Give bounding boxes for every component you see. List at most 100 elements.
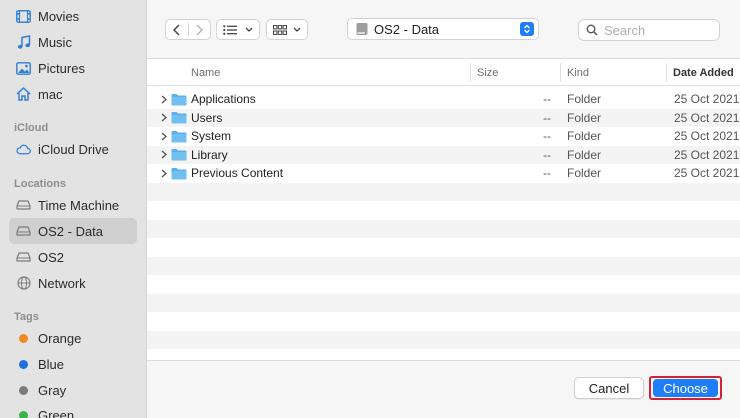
empty-row [147, 238, 740, 257]
section-header-tags: Tags [14, 311, 39, 323]
column-size[interactable]: Size [477, 59, 498, 86]
sidebar-item-icloud-drive[interactable]: iCloud Drive [9, 136, 137, 162]
table-row[interactable]: System -- Folder 25 Oct 2021 [147, 127, 740, 146]
file-date-added: 25 Oct 2021 [674, 110, 740, 125]
column-divider[interactable] [560, 63, 561, 82]
column-date-added[interactable]: Date Added [673, 59, 734, 86]
file-kind: Folder [567, 147, 602, 162]
disclosure-chevron-icon[interactable] [161, 90, 169, 109]
disclosure-chevron-icon[interactable] [161, 164, 169, 183]
file-name: Applications [191, 92, 256, 107]
section-header-locations: Locations [14, 178, 66, 190]
drive-icon [356, 23, 368, 35]
sidebar-item-pictures[interactable]: Pictures [9, 55, 137, 81]
file-kind: Folder [567, 110, 602, 125]
cancel-button[interactable]: Cancel [574, 377, 644, 399]
sidebar-item-label: Music [38, 34, 72, 50]
sidebar-item-label: Time Machine [38, 197, 120, 213]
drive-icon [16, 198, 31, 213]
folder-icon [171, 127, 187, 146]
list-view-icon [223, 24, 237, 35]
file-date-added: 25 Oct 2021 [674, 92, 740, 107]
list-view-button[interactable] [216, 19, 260, 40]
table-row[interactable]: Users -- Folder 25 Oct 2021 [147, 108, 740, 128]
file-size: -- [543, 110, 551, 125]
file-date-added: 25 Oct 2021 [674, 129, 740, 144]
disclosure-chevron-icon[interactable] [161, 127, 169, 146]
sidebar-item-movies[interactable]: Movies [9, 3, 137, 29]
sidebar-item-time-machine[interactable]: Time Machine [9, 192, 137, 218]
file-size: -- [543, 166, 551, 181]
file-kind: Folder [567, 92, 602, 107]
tag-dot-icon [16, 331, 31, 346]
empty-row [147, 330, 740, 349]
file-size: -- [543, 147, 551, 162]
chevron-left-icon [173, 23, 180, 36]
sidebar-item-music[interactable]: Music [9, 29, 137, 55]
empty-row [147, 219, 740, 238]
column-kind[interactable]: Kind [567, 59, 589, 86]
sidebar-item-label: Movies [38, 8, 80, 24]
column-name[interactable]: Name [191, 59, 220, 86]
photo-icon [16, 61, 31, 76]
sidebar-item-tag-gray[interactable]: Gray [9, 377, 137, 403]
disclosure-chevron-icon[interactable] [161, 109, 169, 128]
sidebar-item-tag-blue[interactable]: Blue [9, 351, 137, 377]
chevron-right-icon [196, 23, 203, 36]
sidebar-item-os2[interactable]: OS2 [9, 244, 137, 270]
sidebar: Movies Music Pictures mac iCloud iCloud … [0, 0, 147, 418]
sidebar-item-home[interactable]: mac [9, 81, 137, 107]
file-name: Previous Content [191, 166, 284, 181]
location-label: OS2 - Data [374, 21, 440, 37]
file-size: -- [543, 92, 551, 107]
grid-view-button[interactable] [266, 19, 308, 40]
sidebar-item-label: Pictures [38, 60, 85, 76]
search-field[interactable] [578, 19, 720, 41]
sidebar-item-network[interactable]: Network [9, 270, 137, 296]
section-header-icloud: iCloud [14, 122, 49, 134]
sidebar-item-label: Network [38, 275, 86, 291]
tag-dot-icon [16, 408, 31, 418]
forward-button[interactable] [189, 20, 211, 39]
file-name: Users [191, 110, 223, 125]
table-row[interactable]: Applications -- Folder 25 Oct 2021 [147, 90, 740, 109]
sidebar-item-tag-green[interactable]: Green [9, 402, 137, 418]
table-row[interactable]: Previous Content -- Folder 25 Oct 2021 [147, 164, 740, 183]
sidebar-item-os2-data[interactable]: OS2 - Data [9, 218, 137, 244]
file-size: -- [543, 129, 551, 144]
sidebar-item-label: OS2 - Data [38, 223, 104, 239]
search-icon [586, 24, 598, 36]
column-divider[interactable] [470, 63, 471, 82]
file-name: Library [191, 147, 228, 162]
empty-row [147, 201, 740, 220]
file-date-added: 25 Oct 2021 [674, 166, 740, 181]
file-browser: OS2 - Data Name Size Kind Date Added App… [147, 0, 740, 418]
empty-row [147, 182, 740, 201]
updown-stepper-icon [520, 22, 534, 36]
folder-icon [171, 90, 187, 109]
tag-dot-icon [16, 357, 31, 372]
back-button[interactable] [166, 20, 188, 39]
disclosure-chevron-icon[interactable] [161, 146, 169, 165]
film-icon [16, 9, 31, 24]
folder-icon [171, 164, 187, 183]
dialog-footer: Cancel Choose [147, 360, 740, 418]
tag-dot-icon [16, 383, 31, 398]
column-header: Name Size Kind Date Added [147, 59, 740, 86]
sidebar-item-label: mac [38, 86, 63, 102]
sidebar-item-label: OS2 [38, 249, 65, 265]
choose-button[interactable]: Choose [653, 379, 718, 397]
table-row[interactable]: Library -- Folder 25 Oct 2021 [147, 145, 740, 165]
cloud-icon [16, 142, 31, 157]
sidebar-item-tag-orange[interactable]: Orange [9, 325, 137, 351]
empty-row [147, 256, 740, 275]
chevron-down-icon [293, 27, 301, 32]
chevron-down-icon [245, 27, 253, 32]
column-divider[interactable] [666, 63, 667, 82]
file-date-added: 25 Oct 2021 [674, 147, 740, 162]
search-input[interactable] [604, 22, 714, 38]
location-popup[interactable]: OS2 - Data [347, 18, 539, 40]
sidebar-item-label: Green [38, 407, 75, 418]
sidebar-item-label: Gray [38, 382, 67, 398]
empty-row [147, 312, 740, 331]
